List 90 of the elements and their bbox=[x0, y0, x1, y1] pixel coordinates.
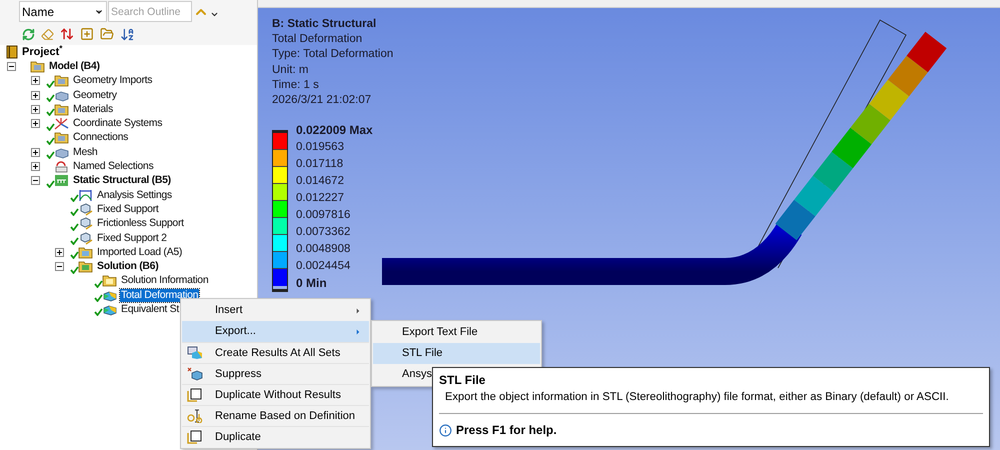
search-field[interactable]: Search Outline bbox=[108, 1, 192, 22]
filter-dropdown[interactable]: Name bbox=[19, 1, 107, 22]
tooltip-title: STL File bbox=[439, 372, 486, 388]
folder-icon bbox=[30, 60, 45, 73]
tree-item[interactable]: Static Structural (B5) bbox=[72, 174, 172, 188]
refresh-icon[interactable] bbox=[22, 28, 35, 40]
legend-label: 0.0048908 bbox=[296, 242, 352, 258]
add-icon[interactable] bbox=[80, 27, 94, 41]
legend-label: 0.019563 bbox=[296, 140, 345, 156]
tree-item[interactable]: Mesh bbox=[72, 146, 98, 159]
legend-label: 0.012227 bbox=[296, 191, 345, 206]
result-info: Total Deformation bbox=[272, 32, 364, 48]
menu-item[interactable]: Suppress bbox=[182, 363, 369, 384]
menu-item[interactable]: Export Text File bbox=[373, 322, 540, 343]
result-info: Type: Total Deformation bbox=[272, 47, 394, 62]
support-icon bbox=[78, 202, 93, 216]
selection-icon bbox=[54, 160, 69, 174]
tree-item[interactable]: Equivalent St bbox=[120, 302, 180, 316]
folder-icon bbox=[78, 260, 93, 274]
check-icon bbox=[46, 180, 55, 188]
menu-item[interactable]: Create Results At All Sets bbox=[182, 342, 369, 363]
tree-item[interactable]: Connections bbox=[72, 131, 130, 144]
expand-toggle[interactable] bbox=[55, 248, 64, 257]
legend-label: 0.017118 bbox=[296, 157, 344, 172]
suppress-icon bbox=[187, 367, 203, 381]
caret-icon[interactable] bbox=[210, 10, 219, 19]
duplicate-icon bbox=[187, 430, 203, 444]
tree-item[interactable]: Named Selections bbox=[72, 160, 154, 174]
collapse-toggle[interactable] bbox=[7, 62, 16, 71]
tree-item[interactable]: Solution Information bbox=[120, 274, 210, 288]
block-icon bbox=[54, 88, 69, 102]
expand-toggle[interactable] bbox=[31, 104, 40, 114]
tree-item[interactable]: Project$^{*}$ bbox=[22, 46, 63, 59]
result-icon bbox=[102, 302, 117, 316]
result-info: Unit: m bbox=[272, 62, 310, 78]
tree-item[interactable]: Frictionless Support bbox=[96, 217, 185, 230]
tree-item[interactable]: Analysis Settings bbox=[96, 188, 173, 202]
folder-icon bbox=[102, 274, 117, 288]
axes-icon bbox=[54, 117, 69, 130]
analysis-icon bbox=[54, 174, 69, 188]
block-icon bbox=[54, 146, 69, 159]
tree-item[interactable]: Model (B4) bbox=[48, 60, 101, 73]
menu-item[interactable]: Rename Based on Definition bbox=[182, 405, 369, 426]
result-title: B: Static Structural bbox=[272, 17, 378, 32]
folder-icon bbox=[78, 246, 93, 259]
legend-label: 0.022009 Max bbox=[296, 122, 373, 140]
support-icon bbox=[78, 232, 93, 244]
menu-item[interactable]: Insert bbox=[182, 300, 369, 321]
menu-item[interactable]: Duplicate bbox=[182, 426, 369, 447]
tree-item[interactable]: Coordinate Systems bbox=[72, 117, 164, 130]
expand-toggle[interactable] bbox=[31, 119, 40, 128]
expand-toggle[interactable] bbox=[31, 90, 40, 100]
legend-label: 0.0073362 bbox=[296, 225, 352, 240]
legend-label: 0.014672 bbox=[296, 174, 345, 190]
sort-az-icon[interactable] bbox=[120, 26, 135, 42]
info-icon bbox=[439, 424, 452, 436]
legend-label: 0.0097816 bbox=[296, 208, 352, 224]
tree-item[interactable]: Geometry Imports bbox=[72, 74, 154, 88]
folder-icon[interactable] bbox=[100, 27, 114, 41]
collapse-toggle[interactable] bbox=[31, 176, 40, 186]
result-info: 2026/3/21 21:02:07 bbox=[272, 93, 372, 108]
rename-icon bbox=[187, 409, 203, 423]
collapse-toggle[interactable] bbox=[55, 262, 64, 272]
results-icon bbox=[187, 346, 203, 360]
expand-toggle[interactable] bbox=[31, 162, 40, 172]
expand-toggle[interactable] bbox=[31, 76, 40, 86]
tree-item[interactable]: Total Deformation bbox=[120, 288, 200, 302]
folder-icon bbox=[54, 131, 69, 144]
menu-item[interactable]: Duplicate Without Results bbox=[182, 384, 369, 405]
tree-item[interactable]: Fixed Support bbox=[96, 202, 160, 216]
tree-item[interactable]: Solution (B6) bbox=[96, 260, 160, 274]
tree-item[interactable]: Fixed Support 2 bbox=[96, 232, 168, 244]
settings-icon bbox=[78, 188, 93, 202]
folder-icon bbox=[54, 74, 69, 88]
folder-icon bbox=[54, 102, 69, 116]
menu-item[interactable]: STL File bbox=[373, 343, 540, 364]
help-hint: Press F1 for help. bbox=[456, 422, 557, 439]
tree-item[interactable]: Materials bbox=[72, 102, 114, 116]
legend-label: 0 Min bbox=[296, 275, 328, 292]
result-icon bbox=[102, 288, 117, 302]
legend-label: 0.0024454 bbox=[296, 259, 352, 274]
tooltip-text: Export the object information in STL (Stereolithography) file format, either as Binary (default) or ASCII. bbox=[444, 390, 950, 405]
result-info: Time: 1 s bbox=[272, 78, 320, 93]
duplicate-icon bbox=[187, 388, 203, 402]
tree-item[interactable]: Imported Load (A5) bbox=[96, 246, 184, 259]
sort-arrows-icon[interactable] bbox=[60, 27, 74, 41]
book-icon bbox=[6, 45, 18, 60]
tree-item[interactable]: Geometry bbox=[72, 88, 118, 102]
menu-item[interactable]: Export... bbox=[182, 321, 369, 342]
expand-toggle[interactable] bbox=[31, 148, 40, 157]
